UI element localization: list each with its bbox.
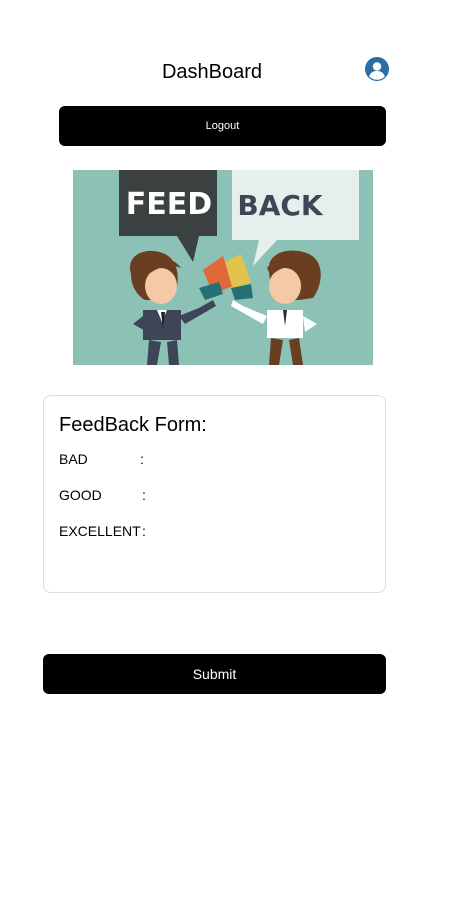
row-label: GOOD [59, 487, 102, 503]
page-title: DashBoard [161, 61, 263, 83]
bubble-text-back: BACK [237, 189, 324, 222]
feedback-banner-image: FEED BACK [73, 170, 373, 365]
form-title: FeedBack Form: [59, 414, 207, 436]
row-label: BAD [59, 451, 88, 467]
bubble-text-feed: FEED [126, 187, 212, 222]
row-label: EXCELLENT [59, 523, 141, 539]
row-separator: : [140, 451, 144, 467]
logout-button[interactable]: Logout [59, 106, 386, 146]
row-separator: : [142, 523, 146, 539]
feedback-form-card: FeedBack Form: BAD : GOOD : EXCELLENT : [43, 395, 386, 593]
user-avatar-icon[interactable] [365, 57, 389, 81]
submit-button[interactable]: Submit [43, 654, 386, 694]
row-separator: : [142, 487, 146, 503]
